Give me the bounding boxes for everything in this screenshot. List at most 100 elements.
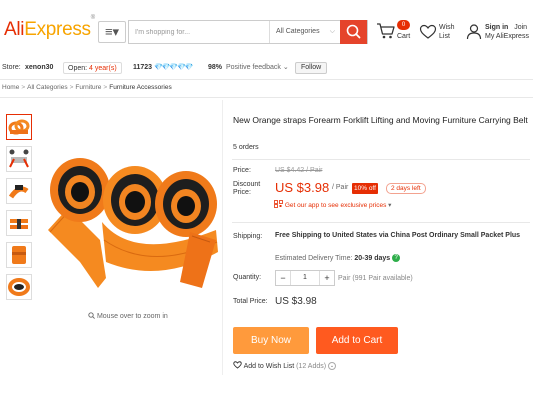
feedback-percent: 98% xyxy=(208,64,223,71)
cart-icon[interactable] xyxy=(376,22,396,40)
divider xyxy=(222,100,223,375)
thumbnail-3[interactable] xyxy=(6,178,32,204)
orange-straps-image xyxy=(48,158,218,288)
thumbnail-4[interactable] xyxy=(6,210,32,236)
cart-label[interactable]: Cart xyxy=(397,33,410,40)
divider xyxy=(0,79,533,80)
search-input[interactable] xyxy=(129,21,269,43)
heart-icon xyxy=(233,361,242,369)
shipping-method[interactable]: Free Shipping to United States via China… xyxy=(275,232,520,239)
app-offer-text: Get our app to see exclusive prices xyxy=(284,202,387,209)
quantity-label: Quantity: xyxy=(233,274,262,281)
breadcrumb-furniture[interactable]: Furniture xyxy=(75,84,101,91)
zoom-hint: Mouse over to zoom in xyxy=(88,312,168,320)
add-to-cart-button[interactable]: Add to Cart xyxy=(316,327,398,354)
chevron-down-icon: ▾ xyxy=(388,202,392,209)
thumbnail-2[interactable] xyxy=(6,146,32,172)
wish-label-line2: List xyxy=(439,33,450,40)
quantity-decrease-button[interactable]: − xyxy=(276,271,290,285)
buy-now-button[interactable]: Buy Now xyxy=(233,327,309,354)
price-unit: / Pair xyxy=(332,184,349,191)
discount-price-label: Discount Price: xyxy=(233,181,261,196)
site-header: AliExpress® ≡▾ All Categories ⌵ 0 Cart W… xyxy=(0,0,533,58)
store-name[interactable]: xenon30 xyxy=(25,59,53,77)
breadcrumb-sep: > xyxy=(103,84,108,91)
quantity-increase-button[interactable]: + xyxy=(320,271,334,285)
join-link[interactable]: Join xyxy=(514,24,527,31)
category-select-value: All Categories xyxy=(276,28,320,35)
strap-thumbnail-image xyxy=(8,278,30,296)
people-lifting-thumbnail-image xyxy=(9,149,29,168)
wish-list-link[interactable]: Wish List xyxy=(439,23,459,41)
quantity-input[interactable]: 1 xyxy=(290,271,320,285)
logo-text-ali: Ali xyxy=(4,19,25,40)
total-price: US $3.98 xyxy=(275,296,317,307)
search-icon xyxy=(346,24,361,39)
follow-button[interactable]: Follow xyxy=(295,62,328,74)
breadcrumb-sep: > xyxy=(21,84,26,91)
zoom-hint-text: Mouse over to zoom in xyxy=(96,313,168,320)
logo-text-express: Express xyxy=(24,19,91,40)
days-left-badge: 2 days left xyxy=(386,183,426,194)
delivery-days: 20-39 days xyxy=(354,254,391,262)
store-label: Store: xyxy=(2,64,21,71)
my-aliexpress-link[interactable]: My AliExpress xyxy=(485,32,529,41)
logo-trademark: ® xyxy=(90,14,95,21)
strap-thumbnail-image xyxy=(8,119,30,135)
product-title: New Orange straps Forearm Forklift Lifti… xyxy=(233,115,528,125)
divider xyxy=(232,159,530,160)
feedback-label[interactable]: Positive feedback ⌄ xyxy=(226,59,289,77)
search-button[interactable] xyxy=(340,20,367,44)
thumbnail-6[interactable] xyxy=(6,274,32,300)
signin-link[interactable]: Sign in xyxy=(485,24,508,31)
breadcrumb: Home > All Categories > Furniture > Furniture … xyxy=(2,84,172,91)
discount-price: US $3.98 xyxy=(275,180,330,195)
shipping-label: Shipping: xyxy=(233,233,263,240)
strap-thumbnail-image xyxy=(10,219,28,229)
feedback-label-text: Positive feedback xyxy=(226,64,281,71)
magnifier-icon xyxy=(88,312,95,319)
delivery-time: Estimated Delivery Time: 20-39 days ? xyxy=(275,254,401,262)
divider xyxy=(0,97,533,98)
open-years: 4 year(s) xyxy=(89,65,117,72)
chevron-down-icon[interactable]: ⌄ xyxy=(328,362,337,371)
discount-badge: 10% off xyxy=(352,183,378,194)
wishlist-count: (12 Adds) xyxy=(296,363,327,370)
category-select[interactable]: All Categories ⌵ xyxy=(269,21,341,43)
quantity-stepper: − 1 + xyxy=(275,270,335,286)
account-menu: Sign in Join My AliExpress xyxy=(485,23,529,41)
orders-count[interactable]: 5 orders xyxy=(233,144,259,151)
help-icon[interactable]: ? xyxy=(392,254,401,262)
store-open-badge: Open: 4 year(s) xyxy=(63,62,122,74)
wishlist-text: Add to Wish List xyxy=(243,363,295,370)
wish-label-line1: Wish xyxy=(439,24,455,31)
cart-count-badge: 0 xyxy=(397,20,410,30)
store-rating-diamonds: 💎💎💎💎💎 xyxy=(154,64,194,71)
strap-thumbnail-image xyxy=(8,185,29,199)
open-prefix: Open: xyxy=(68,65,88,72)
chevron-down-icon: ⌄ xyxy=(282,64,289,71)
breadcrumb-furniture-accessories[interactable]: Furniture Accessories xyxy=(109,84,172,91)
heart-icon[interactable] xyxy=(419,24,437,40)
menu-icon: ≡▾ xyxy=(104,24,120,39)
thumbnail-5[interactable] xyxy=(6,242,32,268)
add-to-wishlist-link[interactable]: Add to Wish List (12 Adds) ⌄ xyxy=(233,361,337,371)
breadcrumb-all-categories[interactable]: All Categories xyxy=(27,84,67,91)
search-bar: All Categories ⌵ xyxy=(128,20,368,44)
strap-thumbnail-image xyxy=(12,246,26,264)
store-bar: Store: xenon30 Open: 4 year(s) 11723 💎💎💎… xyxy=(0,59,533,77)
thumbnail-1[interactable] xyxy=(6,114,32,140)
main-product-image[interactable] xyxy=(40,112,222,308)
available-stock: Pair (991 Pair available) xyxy=(338,275,413,282)
total-price-label: Total Price: xyxy=(233,298,268,305)
user-icon[interactable] xyxy=(466,23,482,40)
app-offer-link[interactable]: Get our app to see exclusive prices ▾ xyxy=(274,200,391,209)
aliexpress-logo[interactable]: AliExpress® xyxy=(4,15,95,41)
chevron-down-icon: ⌵ xyxy=(329,28,335,35)
qr-code-icon xyxy=(274,200,283,208)
category-menu-button[interactable]: ≡▾ xyxy=(98,21,126,43)
original-price: US $4.42 / Pair xyxy=(275,167,323,174)
breadcrumb-home[interactable]: Home xyxy=(2,84,19,91)
store-score[interactable]: 11723 xyxy=(133,59,152,77)
price-label: Price: xyxy=(233,167,251,174)
